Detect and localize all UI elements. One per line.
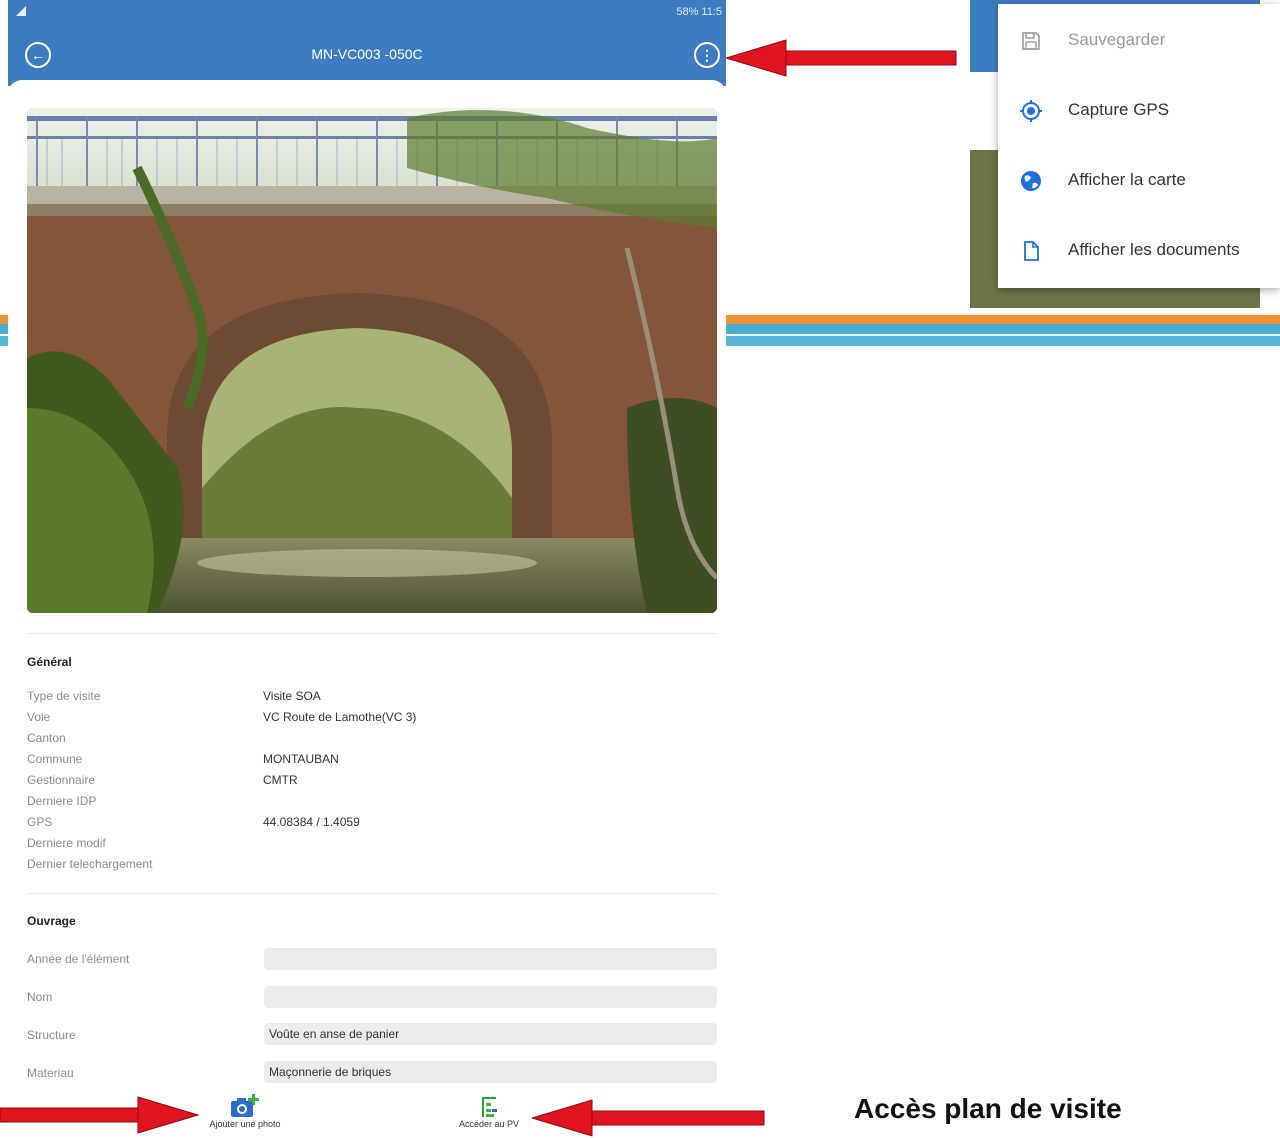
annee-element-field[interactable] — [264, 948, 717, 970]
materiau-field[interactable]: Maçonnerie de briques — [264, 1061, 717, 1083]
menu-item-show-documents-label: Afficher les documents — [1068, 240, 1240, 259]
value-voie: VC Route de Lamothe(VC 3) — [263, 710, 417, 724]
label-canton: Canton — [27, 731, 66, 745]
signal-icon — [16, 6, 26, 16]
status-bar: 58% 11:5 — [8, 0, 726, 24]
menu-item-save[interactable]: Sauvegarder — [998, 6, 1280, 76]
gps-target-icon — [1020, 100, 1042, 122]
label-derniere-idp: Derniere IDP — [27, 794, 97, 808]
value-gestionnaire: CMTR — [263, 773, 298, 787]
label-nom: Nom — [27, 990, 53, 1004]
nom-field[interactable] — [264, 986, 717, 1008]
access-pv-label: Accéder au PV — [458, 1119, 520, 1129]
label-gestionnaire: Gestionnaire — [27, 773, 96, 787]
menu-item-show-map[interactable]: Afficher la carte — [998, 146, 1280, 216]
access-pv-button[interactable]: Accéder au PV — [434, 1095, 544, 1129]
section-title-general: Général — [27, 655, 72, 669]
menu-item-capture-gps-label: Capture GPS — [1068, 100, 1170, 119]
app-bar: ← MN-VC003 -050C ⋮ — [8, 24, 726, 86]
label-structure: Structure — [27, 1028, 76, 1042]
label-derniere-modif: Derniere modif — [27, 836, 106, 850]
label-voie: Voie — [27, 710, 51, 724]
annotation-arrow-menu — [726, 39, 957, 77]
save-icon — [1022, 32, 1040, 50]
more-options-button[interactable]: ⋮ — [694, 42, 720, 68]
section-divider — [27, 893, 717, 894]
options-menu: Sauvegarder Capture GPS Afficher la cart… — [998, 4, 1280, 288]
bridge-photo-illustration — [27, 108, 717, 613]
tree-list-icon — [482, 1097, 497, 1117]
section-divider — [27, 633, 717, 634]
status-info: 58% 11:5 — [676, 6, 722, 18]
more-vertical-icon: ⋮ — [700, 47, 714, 63]
menu-item-save-label: Sauvegarder — [1068, 30, 1166, 49]
globe-icon — [1021, 171, 1041, 191]
annotation-arrow-add-photo — [0, 1096, 200, 1134]
add-photo-label: Ajouter une photo — [209, 1119, 281, 1129]
add-photo-icon — [231, 1094, 259, 1117]
label-gps: GPS — [27, 815, 53, 829]
menu-item-show-map-label: Afficher la carte — [1068, 170, 1186, 189]
value-gps: 44.08384 / 1.4059 — [263, 815, 360, 829]
label-dernier-telechargement: Dernier telechargement — [27, 857, 153, 871]
phone-screen: 58% 11:5 ← MN-VC003 -050C ⋮ Général Type… — [8, 0, 726, 1136]
annotation-arrow-access-pv — [532, 1099, 765, 1137]
bridge-photo — [27, 108, 717, 613]
document-icon — [1024, 241, 1039, 261]
menu-item-capture-gps[interactable]: Capture GPS — [998, 76, 1280, 146]
label-materiau: Materiau — [27, 1066, 74, 1080]
value-type-visite: Visite SOA — [263, 689, 321, 703]
label-commune: Commune — [27, 752, 83, 766]
caption-acces-plan-visite: Accès plan de visite — [854, 1093, 1122, 1124]
menu-item-show-documents[interactable]: Afficher les documents — [998, 216, 1280, 286]
structure-field[interactable]: Voûte en anse de panier — [264, 1023, 717, 1045]
label-annee-element: Année de l'élément — [27, 952, 130, 966]
add-photo-button[interactable]: Ajouter une photo — [190, 1093, 300, 1129]
page-title: MN-VC003 -050C — [311, 46, 423, 62]
section-title-ouvrage: Ouvrage — [27, 914, 76, 928]
label-type-visite: Type de visite — [27, 689, 101, 703]
value-commune: MONTAUBAN — [263, 752, 339, 766]
